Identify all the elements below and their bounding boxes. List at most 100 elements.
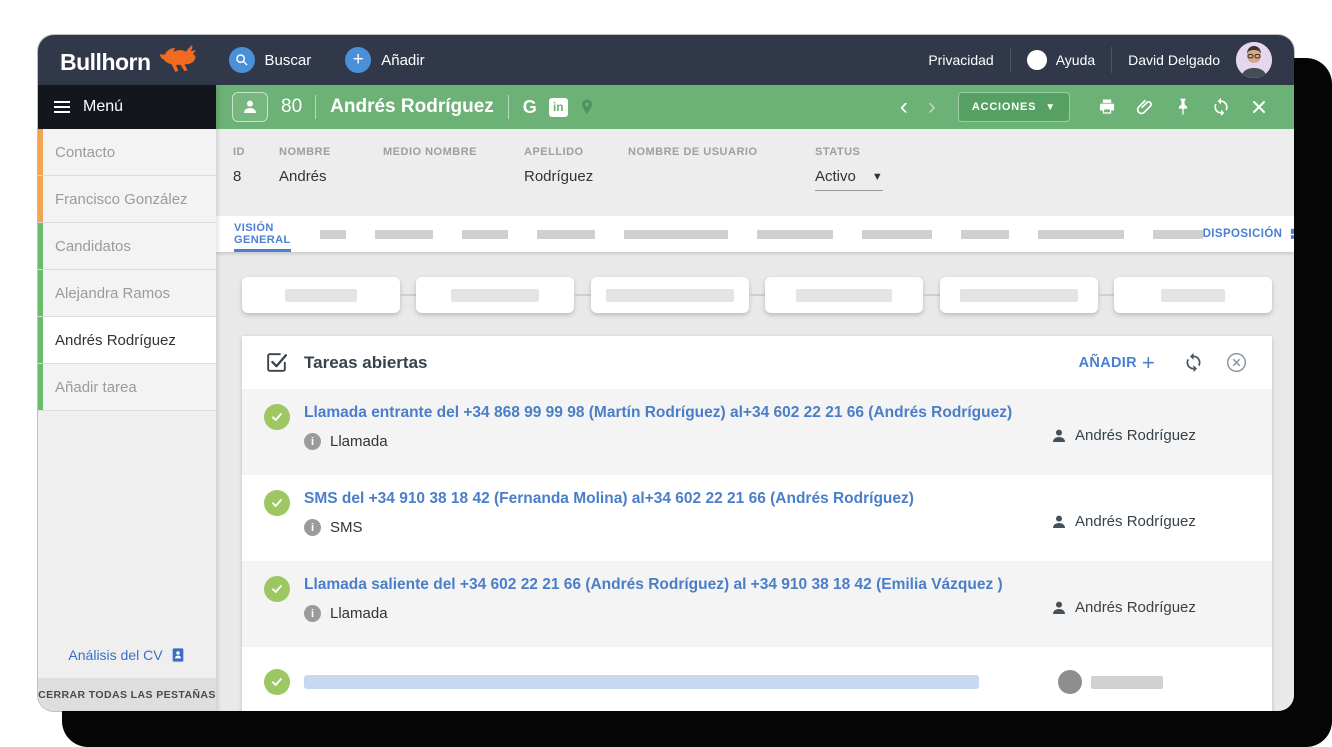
caret-down-icon: ▼ <box>1045 102 1056 113</box>
tasks-card-header: Tareas abiertas AÑADIR + <box>242 336 1272 389</box>
pin-icon[interactable] <box>1173 97 1193 117</box>
tab-placeholder[interactable] <box>462 230 508 239</box>
pipeline-step-card[interactable] <box>940 277 1098 313</box>
record-header-actions: ‹ › ACCIONES ▼ <box>890 92 1278 122</box>
tab-placeholder[interactable] <box>757 230 833 239</box>
pipeline-step-card[interactable] <box>765 277 923 313</box>
info-icon: i <box>304 519 321 536</box>
add-button[interactable]: + Añadir <box>345 47 424 73</box>
search-button[interactable]: Buscar <box>229 47 312 73</box>
sidebar-item-alejandra-ramos[interactable]: Alejandra Ramos <box>38 270 216 317</box>
step-placeholder <box>606 289 734 302</box>
person-icon <box>1050 427 1068 445</box>
close-card-icon[interactable] <box>1225 351 1248 374</box>
task-title-link[interactable]: Llamada entrante del +34 868 99 99 98 (M… <box>304 404 1050 422</box>
divider <box>1111 47 1112 73</box>
add-task-button[interactable]: AÑADIR + <box>1079 352 1155 374</box>
pipeline-step-card[interactable] <box>591 277 749 313</box>
tab-placeholder[interactable] <box>1038 230 1124 239</box>
close-all-tabs-button[interactable]: CERRAR TODAS LAS PESTAÑAS <box>38 678 216 711</box>
task-complete-icon[interactable] <box>264 404 290 430</box>
actions-dropdown-button[interactable]: ACCIONES ▼ <box>958 92 1070 122</box>
user-name[interactable]: David Delgado <box>1128 52 1220 68</box>
tab-placeholder[interactable] <box>961 230 1009 239</box>
refresh-icon[interactable] <box>1211 97 1231 117</box>
sidebar-item-anadir-tarea[interactable]: Añadir tarea <box>38 364 216 411</box>
person-icon <box>241 98 259 116</box>
info-icon: i <box>304 433 321 450</box>
pipeline-step-card[interactable] <box>416 277 574 313</box>
candidate-record-button[interactable] <box>232 92 268 122</box>
record-name: Andrés Rodríguez <box>330 96 494 118</box>
step-placeholder <box>796 289 892 302</box>
pipeline-step-card[interactable] <box>1114 277 1272 313</box>
linkedin-icon[interactable]: in <box>549 98 568 117</box>
person-icon <box>1050 599 1068 617</box>
person-icon <box>1050 513 1068 531</box>
task-title-link[interactable]: SMS del +34 910 38 18 42 (Fernanda Molin… <box>304 490 1050 508</box>
user-avatar-image <box>1236 42 1272 78</box>
close-record-icon[interactable] <box>1249 97 1269 117</box>
task-row: Llamada saliente del +34 602 22 21 66 (A… <box>242 561 1272 647</box>
sidebar-item-candidatos[interactable]: Candidatos <box>38 223 216 270</box>
google-icon[interactable]: G <box>523 97 537 118</box>
disposition-button[interactable]: DISPOSICIÓN <box>1203 227 1294 242</box>
tab-accent-bar <box>38 270 43 316</box>
app-window: Bullhorn Buscar + Añadir Privacidad <box>38 35 1294 711</box>
field-label: STATUS <box>815 146 883 158</box>
task-owner-name: Andrés Rodríguez <box>1075 513 1196 530</box>
topbar-right: Privacidad Ayuda David Delgado <box>928 42 1272 78</box>
status-dropdown[interactable]: Activo ▼ <box>815 168 883 191</box>
sidebar: Menú Contacto Francisco González Candida… <box>38 85 216 711</box>
open-tasks-card: Tareas abiertas AÑADIR + <box>242 336 1272 711</box>
sidebar-item-francisco-gonzalez[interactable]: Francisco González <box>38 176 216 223</box>
task-subtitle: i SMS <box>304 519 1050 536</box>
sidebar-item-andres-rodriguez[interactable]: Andrés Rodríguez <box>38 317 216 364</box>
body-row: Menú Contacto Francisco González Candida… <box>38 85 1294 711</box>
pipeline-step-card[interactable] <box>242 277 400 313</box>
tab-placeholder[interactable] <box>537 230 595 239</box>
privacy-link[interactable]: Privacidad <box>928 52 993 68</box>
record-fields-strip: ID 8 NOMBRE Andrés MEDIO NOMBRE APELLIDO… <box>216 129 1294 216</box>
location-pin-icon[interactable] <box>578 98 596 116</box>
sidebar-item-label: Añadir tarea <box>55 379 137 396</box>
step-connector <box>923 294 939 296</box>
sidebar-item-label: Contacto <box>55 144 115 161</box>
sidebar-item-label: Alejandra Ramos <box>55 285 170 302</box>
task-owner-link[interactable]: Andrés Rodríguez <box>1050 513 1248 531</box>
next-record-chevron[interactable]: › <box>918 95 946 119</box>
task-complete-icon[interactable] <box>264 576 290 602</box>
task-owner-link[interactable]: Andrés Rodríguez <box>1050 599 1248 617</box>
sidebar-item-contacto[interactable]: Contacto <box>38 129 216 176</box>
plus-icon: + <box>345 47 371 73</box>
field-label: NOMBRE DE USUARIO <box>628 146 815 158</box>
tab-vision-general[interactable]: VISIÓN GENERAL <box>234 216 291 252</box>
field-nombre-de-usuario: NOMBRE DE USUARIO <box>628 146 815 216</box>
task-subtitle: i Llamada <box>304 433 1050 450</box>
help-link[interactable]: Ayuda <box>1027 50 1095 70</box>
task-owner-link[interactable]: Andrés Rodríguez <box>1050 427 1248 445</box>
previous-record-chevron[interactable]: ‹ <box>890 95 918 119</box>
link-paperclip-icon[interactable] <box>1135 97 1155 117</box>
user-avatar[interactable] <box>1236 42 1272 78</box>
field-value: Andrés <box>279 168 383 186</box>
step-connector <box>749 294 765 296</box>
tab-placeholder[interactable] <box>1153 230 1203 239</box>
tab-placeholder[interactable] <box>320 230 346 239</box>
step-placeholder <box>285 289 357 302</box>
refresh-tasks-icon[interactable] <box>1183 352 1204 373</box>
field-nombre: NOMBRE Andrés <box>279 146 383 216</box>
step-connector <box>1098 294 1114 296</box>
cv-analysis-link[interactable]: Análisis del CV <box>38 637 216 678</box>
tab-placeholder[interactable] <box>375 230 433 239</box>
menu-button[interactable]: Menú <box>38 85 216 129</box>
disposition-label: DISPOSICIÓN <box>1203 228 1283 240</box>
print-icon[interactable] <box>1097 97 1117 117</box>
tab-placeholder[interactable] <box>624 230 728 239</box>
task-complete-icon[interactable] <box>264 490 290 516</box>
task-row: Llamada entrante del +34 868 99 99 98 (M… <box>242 389 1272 475</box>
record-header-bar: 80 Andrés Rodríguez G in ‹ › ACCIONES <box>216 85 1294 129</box>
field-label: MEDIO NOMBRE <box>383 146 524 158</box>
tab-placeholder[interactable] <box>862 230 932 239</box>
task-title-link[interactable]: Llamada saliente del +34 602 22 21 66 (A… <box>304 576 1050 594</box>
